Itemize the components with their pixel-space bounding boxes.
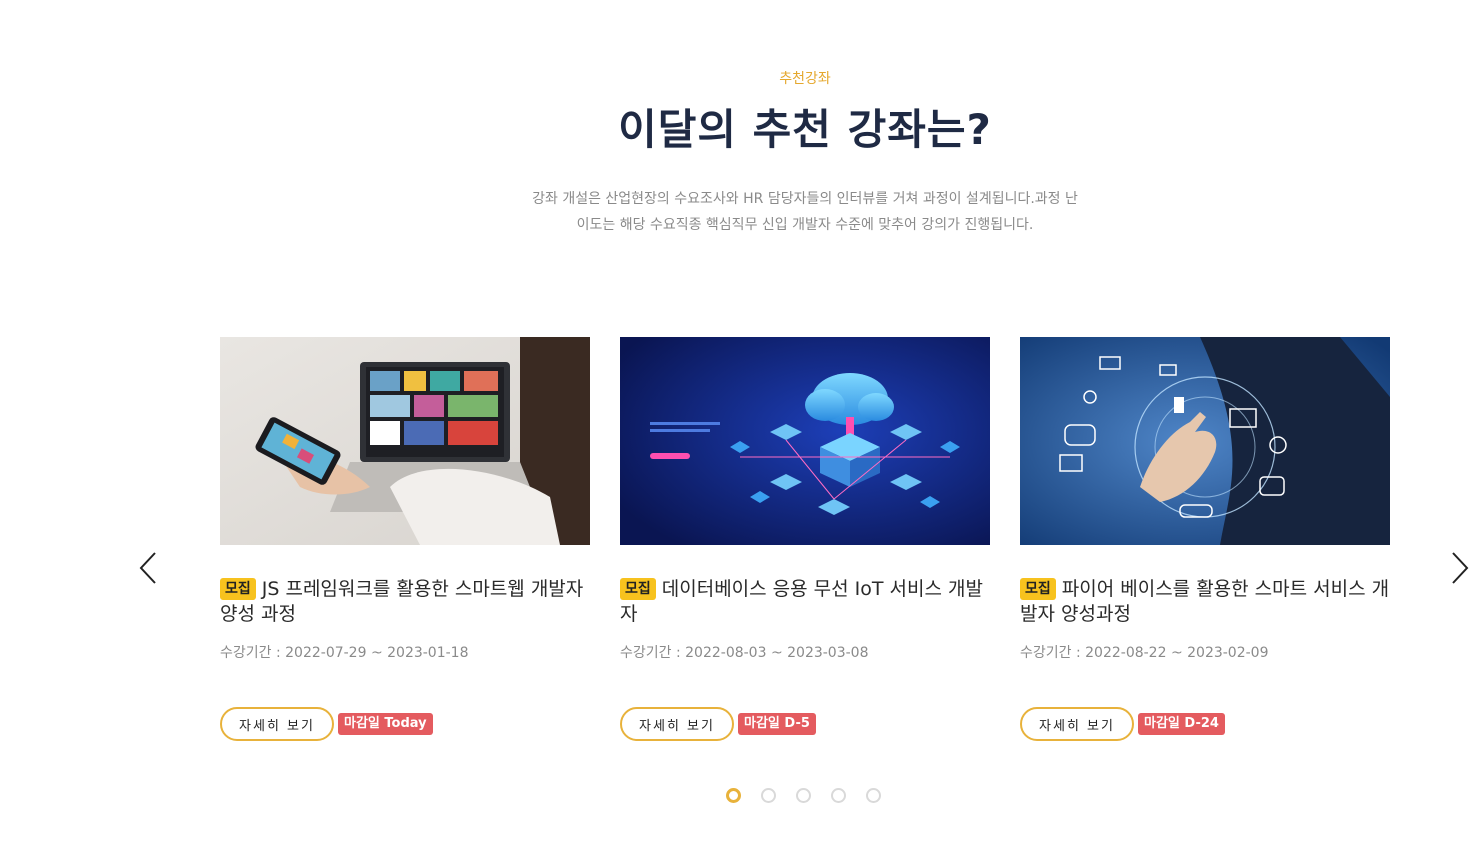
course-thumbnail[interactable] [620,337,990,545]
status-badge: 모집 [1020,578,1056,600]
course-title[interactable]: 모집 JS 프레임워크를 활용한 스마트웹 개발자 양성 과정 [220,577,590,627]
deadline-badge: 마감일 Today [338,713,433,735]
pagination-dot[interactable] [866,788,881,803]
carousel-next-button[interactable] [1448,550,1471,586]
course-period: 수강기간 : 2022-08-22 ~ 2023-02-09 [1020,645,1269,661]
course-card[interactable]: 모집 데이터베이스 응용 무선 IoT 서비스 개발자 수강기간 : 2022-0… [620,337,990,747]
woman-using-smartphone-laptop-photo [220,337,590,545]
chevron-left-icon [139,552,156,584]
status-badge: 모집 [220,578,256,600]
section-eyebrow: 추천강좌 [779,71,831,87]
detail-button[interactable]: 자세히 보기 [220,707,334,741]
pagination-dot[interactable] [831,788,846,803]
course-thumbnail[interactable] [220,337,590,545]
businessman-touching-network-icons-photo [1020,337,1390,545]
course-period: 수강기간 : 2022-08-03 ~ 2023-03-08 [620,645,869,661]
detail-button[interactable]: 자세히 보기 [620,707,734,741]
course-title-text: 파이어 베이스를 활용한 스마트 서비스 개발자 양성과정 [1020,578,1390,625]
deadline-badge: 마감일 D-24 [1138,713,1225,735]
course-title[interactable]: 모집 파이어 베이스를 활용한 스마트 서비스 개발자 양성과정 [1020,577,1390,627]
status-badge: 모집 [620,578,656,600]
pagination-dot[interactable] [796,788,811,803]
course-card[interactable]: 모집 JS 프레임워크를 활용한 스마트웹 개발자 양성 과정 수강기간 : 20… [220,337,590,747]
course-title-text: 데이터베이스 응용 무선 IoT 서비스 개발자 [620,578,983,625]
course-title[interactable]: 모집 데이터베이스 응용 무선 IoT 서비스 개발자 [620,577,990,627]
cloud-server-room-illustration [620,337,990,545]
pagination-dot[interactable] [761,788,776,803]
carousel-prev-button[interactable] [137,550,161,586]
course-card[interactable]: 모집 파이어 베이스를 활용한 스마트 서비스 개발자 양성과정 수강기간 : 2… [1020,337,1390,747]
course-period: 수강기간 : 2022-07-29 ~ 2023-01-18 [220,645,469,661]
pagination-dot[interactable] [726,788,741,803]
course-title-text: JS 프레임워크를 활용한 스마트웹 개발자 양성 과정 [220,578,584,625]
detail-button[interactable]: 자세히 보기 [1020,707,1134,741]
section-description: 강좌 개설은 산업현장의 수요조사와 HR 담당자들의 인터뷰를 거쳐 과정이 … [532,191,1078,233]
section-headline: 이달의 추천 강좌는? [618,105,992,154]
chevron-right-icon [1452,552,1469,584]
course-thumbnail[interactable] [1020,337,1390,545]
carousel-pagination [726,788,901,803]
deadline-badge: 마감일 D-5 [738,713,816,735]
